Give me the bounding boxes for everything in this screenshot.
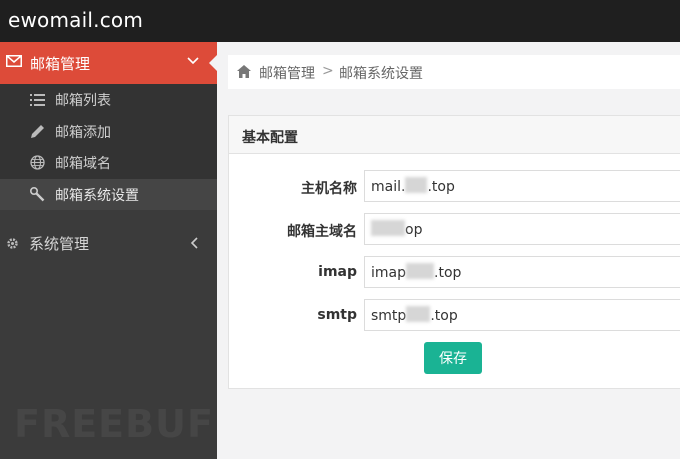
sidebar-menu-label: 系统管理 [29,235,90,253]
main-domain-input[interactable]: op [364,213,680,245]
sidebar-menu-mailbox-management[interactable]: 邮箱管理 [0,42,218,84]
wrench-icon [30,186,45,201]
breadcrumb: 邮箱管理 > 邮箱系统设置 [228,55,680,89]
hostname-value-prefix: mail. [371,179,406,195]
sidebar-item-label: 邮箱系统设置 [55,187,139,204]
breadcrumb-mailbox-management[interactable]: 邮箱管理 [259,63,315,83]
sidebar-menu-system-management[interactable]: 系统管理 [0,228,217,258]
hostname-label: 主机名称 [301,181,357,197]
mailbox-submenu: 邮箱列表 邮箱添加 邮箱域名 邮箱系统设置 [0,84,217,210]
redacted-mark [406,306,431,322]
sidebar: 邮箱管理 邮箱列表 邮箱添加 邮箱域名 邮箱系统设置 系统管理 FREEBUF [0,42,218,459]
redacted-mark [405,177,428,193]
imap-label: imap [318,264,357,280]
imap-input[interactable]: imap .top [364,256,680,288]
chevron-down-icon [187,57,199,65]
panel-header: 基本配置 [229,116,680,154]
smtp-input[interactable]: smtp .top [364,299,680,331]
hostname-input[interactable]: mail. .top [364,170,680,202]
sidebar-item-mailbox-list[interactable]: 邮箱列表 [0,84,217,116]
envelope-icon [6,55,22,67]
globe-icon [30,155,45,170]
basic-config-panel: 基本配置 主机名称 mail. .top 邮箱主域名 op imap imap .t… [228,115,680,389]
imap-value-suffix: .top [434,265,462,281]
main-domain-value-suffix: op [405,222,423,238]
redacted-mark [371,220,405,236]
panel-title: 基本配置 [242,130,298,146]
sidebar-item-label: 邮箱域名 [55,156,111,172]
breadcrumb-separator: > [322,63,334,79]
brand-logo-text[interactable]: ewomail.com [8,8,143,32]
imap-value-prefix: imap [371,265,406,281]
hostname-value-suffix: .top [427,179,455,195]
sidebar-menu-label: 邮箱管理 [30,55,91,73]
smtp-value-suffix: .top [430,308,458,324]
smtp-value-prefix: smtp [371,308,407,324]
home-icon[interactable] [237,65,251,78]
smtp-label: smtp [317,307,357,323]
top-bar: ewomail.com [0,0,680,42]
sidebar-item-label: 邮箱列表 [55,93,111,109]
list-icon [30,94,45,106]
gear-icon [7,238,18,249]
freebuf-watermark: FREEBUF [14,402,214,446]
redacted-mark [406,263,434,279]
sidebar-item-label: 邮箱添加 [55,124,111,141]
main-domain-label: 邮箱主域名 [287,224,357,240]
pencil-icon [31,124,44,138]
save-button[interactable]: 保存 [424,342,482,374]
sidebar-item-mailbox-domain[interactable]: 邮箱域名 [0,147,217,179]
chevron-left-icon [190,237,198,249]
sidebar-item-mailbox-system-settings[interactable]: 邮箱系统设置 [0,178,217,210]
breadcrumb-mailbox-system-settings: 邮箱系统设置 [339,66,423,82]
sidebar-item-mailbox-add[interactable]: 邮箱添加 [0,116,217,148]
